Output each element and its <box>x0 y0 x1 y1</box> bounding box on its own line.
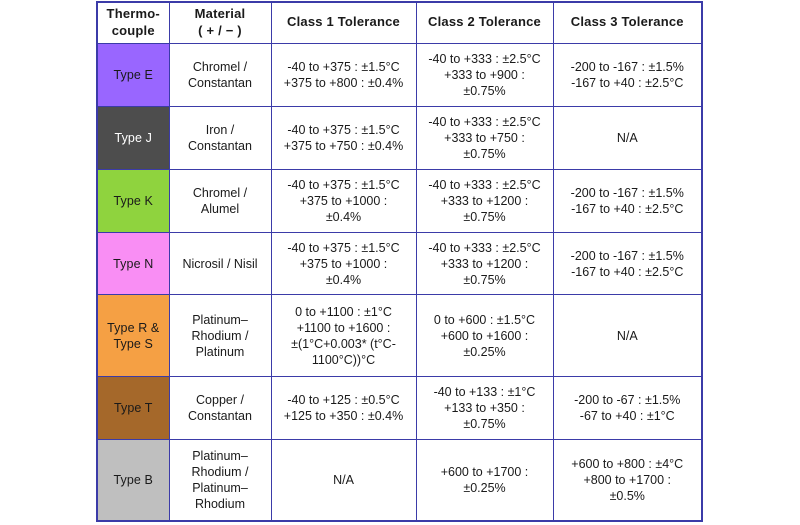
class-3-tolerance-cell: -200 to -167 : ±1.5% -167 to +40 : ±2.5°… <box>552 42 703 107</box>
class-2-tolerance-cell: 0 to +600 : ±1.5°C +600 to +1600 : ±0.25… <box>415 294 554 377</box>
column-header-class-1-tolerance: Class 1 Tolerance <box>270 1 417 44</box>
column-header-class-2-tolerance: Class 2 Tolerance <box>415 1 554 44</box>
table-row: Type E Chromel / Constantan -40 to +375 … <box>96 42 703 107</box>
thermocouple-type-cell: Type J <box>96 105 170 170</box>
column-header-class-3-tolerance: Class 3 Tolerance <box>552 1 703 44</box>
thermocouple-type-cell: Type N <box>96 231 170 296</box>
class-2-tolerance-cell: -40 to +333 : ±2.5°C +333 to +1200 : ±0.… <box>415 231 554 296</box>
class-1-tolerance-cell: -40 to +125 : ±0.5°C +125 to +350 : ±0.4… <box>270 375 417 440</box>
material-cell: Iron / Constantan <box>168 105 272 170</box>
table-header: Thermo- couple Material ( + / − ) Class … <box>96 1 703 44</box>
class-1-tolerance-cell: 0 to +1100 : ±1°C +1100 to +1600 : ±(1°C… <box>270 294 417 377</box>
table-row: Type B Platinum– Rhodium / Platinum– Rho… <box>96 438 703 522</box>
thermocouple-type-cell: Type E <box>96 42 170 107</box>
class-1-tolerance-cell: -40 to +375 : ±1.5°C +375 to +800 : ±0.4… <box>270 42 417 107</box>
class-2-tolerance-cell: -40 to +133 : ±1°C +133 to +350 : ±0.75% <box>415 375 554 440</box>
material-cell: Chromel / Alumel <box>168 168 272 233</box>
class-1-tolerance-cell: -40 to +375 : ±1.5°C +375 to +1000 : ±0.… <box>270 231 417 296</box>
class-2-tolerance-cell: +600 to +1700 : ±0.25% <box>415 438 554 522</box>
table-row: Type R & Type S Platinum– Rhodium / Plat… <box>96 294 703 377</box>
class-1-tolerance-cell: -40 to +375 : ±1.5°C +375 to +750 : ±0.4… <box>270 105 417 170</box>
column-header-thermocouple-line1: Thermo- <box>106 6 160 21</box>
column-header-thermocouple: Thermo- couple <box>96 1 170 44</box>
class-1-tolerance-cell: N/A <box>270 438 417 522</box>
class-3-tolerance-cell: +600 to +800 : ±4°C +800 to +1700 : ±0.5… <box>552 438 703 522</box>
class-3-tolerance-cell: N/A <box>552 105 703 170</box>
column-header-material-line1: Material <box>194 6 246 21</box>
material-cell: Nicrosil / Nisil <box>168 231 272 296</box>
thermocouple-type-cell: Type T <box>96 375 170 440</box>
column-header-thermocouple-line2: couple <box>111 22 155 38</box>
class-1-tolerance-cell: -40 to +375 : ±1.5°C +375 to +1000 : ±0.… <box>270 168 417 233</box>
class-3-tolerance-cell: -200 to -167 : ±1.5% -167 to +40 : ±2.5°… <box>552 168 703 233</box>
class-3-tolerance-cell: N/A <box>552 294 703 377</box>
table-row: Type T Copper / Constantan -40 to +125 :… <box>96 375 703 440</box>
material-cell: Chromel / Constantan <box>168 42 272 107</box>
material-cell: Platinum– Rhodium / Platinum <box>168 294 272 377</box>
table-header-row: Thermo- couple Material ( + / − ) Class … <box>96 1 703 44</box>
material-cell: Copper / Constantan <box>168 375 272 440</box>
class-2-tolerance-cell: -40 to +333 : ±2.5°C +333 to +750 : ±0.7… <box>415 105 554 170</box>
material-cell: Platinum– Rhodium / Platinum– Rhodium <box>168 438 272 522</box>
thermocouple-type-cell: Type K <box>96 168 170 233</box>
thermocouple-tolerance-table-container: Thermo- couple Material ( + / − ) Class … <box>96 1 703 522</box>
class-3-tolerance-cell: -200 to -67 : ±1.5% -67 to +40 : ±1°C <box>552 375 703 440</box>
thermocouple-tolerance-table: Thermo- couple Material ( + / − ) Class … <box>96 1 703 522</box>
table-row: Type K Chromel / Alumel -40 to +375 : ±1… <box>96 168 703 233</box>
table-row: Type N Nicrosil / Nisil -40 to +375 : ±1… <box>96 231 703 296</box>
table-row: Type J Iron / Constantan -40 to +375 : ±… <box>96 105 703 170</box>
class-2-tolerance-cell: -40 to +333 : ±2.5°C +333 to +1200 : ±0.… <box>415 168 554 233</box>
thermocouple-type-cell: Type R & Type S <box>96 294 170 377</box>
column-header-material: Material ( + / − ) <box>168 1 272 44</box>
table-body: Type E Chromel / Constantan -40 to +375 … <box>96 42 703 522</box>
thermocouple-type-cell: Type B <box>96 438 170 522</box>
class-3-tolerance-cell: -200 to -167 : ±1.5% -167 to +40 : ±2.5°… <box>552 231 703 296</box>
class-2-tolerance-cell: -40 to +333 : ±2.5°C +333 to +900 : ±0.7… <box>415 42 554 107</box>
column-header-material-line2: ( + / − ) <box>198 22 242 38</box>
